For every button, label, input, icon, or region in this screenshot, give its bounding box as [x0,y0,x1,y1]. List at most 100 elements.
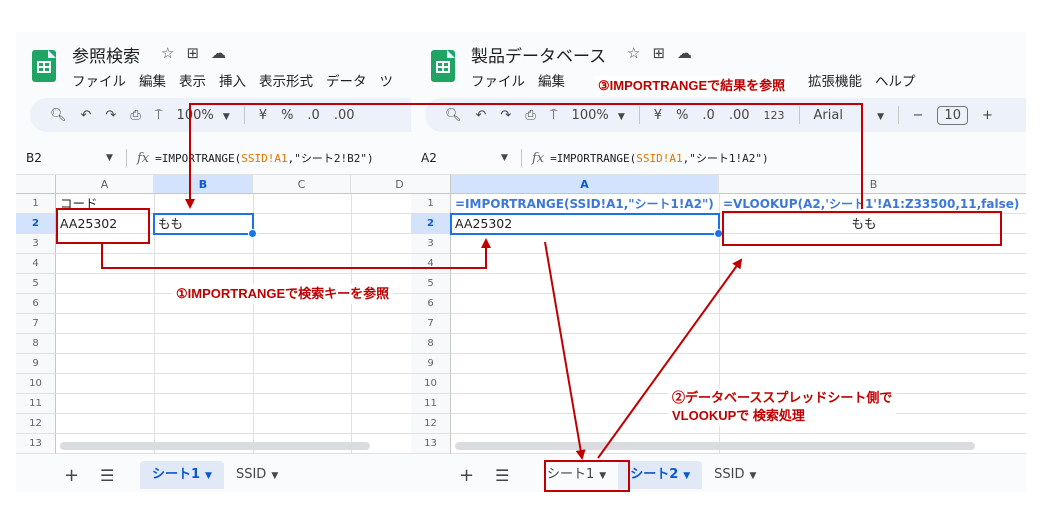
menu-file[interactable]: ファイル [72,70,126,90]
print-icon[interactable]: ⎙ [130,108,140,123]
menu-insert[interactable]: 挿入 [219,70,246,90]
row-header-3[interactable]: 3 [16,234,56,254]
menu-help[interactable]: ヘルプ [875,70,916,90]
chevron-down-icon[interactable]: ▼ [501,153,521,163]
row-header-12[interactable]: 12 [16,414,56,434]
redo-icon[interactable]: ↷ [500,108,511,123]
row-header-8[interactable]: 8 [411,334,451,354]
paint-format-icon[interactable]: ⍑ [155,108,163,123]
row-header-10[interactable]: 10 [411,374,451,394]
font-family-select[interactable]: Arial ▼ [814,108,885,123]
menu-edit[interactable]: 編集 [139,70,166,90]
percent-button[interactable]: % [281,108,293,123]
row-header-9[interactable]: 9 [411,354,451,374]
paint-format-icon[interactable]: ⍑ [550,108,558,123]
tab-ssid[interactable]: SSID ▼ [224,461,290,489]
column-header-c[interactable]: C [253,175,351,194]
horizontal-scrollbar[interactable] [60,442,370,450]
move-folder-icon[interactable]: ⊞ [652,44,665,62]
active-cell-selection[interactable] [450,213,723,238]
sheets-logo-icon[interactable] [32,50,56,82]
font-size-input[interactable]: 10 [937,105,968,125]
row-header-2[interactable]: 2 [411,214,451,234]
column-header-a[interactable]: A [56,175,154,194]
increase-decimal-button[interactable]: .00 [729,108,750,123]
row-header-6[interactable]: 6 [16,294,56,314]
currency-button[interactable]: ¥ [654,108,662,123]
row-header-1[interactable]: 1 [411,194,451,214]
cloud-status-icon[interactable]: ☁ [677,44,692,62]
sheets-logo-icon[interactable] [431,50,455,82]
horizontal-scrollbar[interactable] [455,442,975,450]
column-header-b[interactable]: B [719,175,1026,194]
menu-extensions[interactable]: 拡張機能 [808,70,862,90]
star-icon[interactable]: ☆ [627,44,640,62]
zoom-select[interactable]: 100% ▼ [177,108,230,123]
name-box[interactable]: B2 [16,151,106,165]
percent-button[interactable]: % [676,108,688,123]
menu-data[interactable]: データ [326,70,367,90]
menu-edit[interactable]: 編集 [538,70,565,90]
add-sheet-button[interactable]: + [64,465,100,486]
row-header-10[interactable]: 10 [16,374,56,394]
row-header-6[interactable]: 6 [411,294,451,314]
formula-input[interactable]: =IMPORTRANGE(SSID!A1,"シート1!A2") [550,150,768,166]
menu-format[interactable]: 表示形式 [259,70,313,90]
menu-tools[interactable]: ツ [380,70,394,90]
undo-icon[interactable]: ↶ [476,108,487,123]
row-header-7[interactable]: 7 [411,314,451,334]
row-header-4[interactable]: 4 [16,254,56,274]
name-box[interactable]: A2 [411,151,501,165]
all-sheets-menu-icon[interactable]: ☰ [100,466,140,485]
print-icon[interactable]: ⎙ [525,108,535,123]
row-header-12[interactable]: 12 [411,414,451,434]
chevron-down-icon[interactable]: ▼ [106,153,126,163]
currency-button[interactable]: ¥ [259,108,267,123]
menu-view[interactable]: 表示 [179,70,206,90]
redo-icon[interactable]: ↷ [105,108,116,123]
column-header-a[interactable]: A [451,175,719,194]
left-spreadsheet-window: 参照検索 ☆ ⊞ ☁ ファイル 編集 表示 挿入 表示形式 データ ツ 🔍︎ ↶… [16,32,411,492]
star-icon[interactable]: ☆ [161,44,174,62]
undo-icon[interactable]: ↶ [81,108,92,123]
menu-file[interactable]: ファイル [471,70,525,90]
column-header-b[interactable]: B [154,175,253,194]
cloud-status-icon[interactable]: ☁ [211,44,226,62]
number-format-button[interactable]: 123 [764,109,785,122]
cell-a1[interactable]: =IMPORTRANGE(SSID!A1,"シート1!A2") [451,194,719,214]
all-sheets-menu-icon[interactable]: ☰ [495,466,535,485]
decrease-decimal-button[interactable]: .0 [307,108,319,123]
document-title[interactable]: 参照検索 [72,42,140,67]
row-header-8[interactable]: 8 [16,334,56,354]
search-icon[interactable]: 🔍︎ [445,108,462,123]
row-header-3[interactable]: 3 [411,234,451,254]
formula-input[interactable]: =IMPORTRANGE(SSID!A1,"シート2!B2") [155,150,373,166]
row-header-1[interactable]: 1 [16,194,56,214]
active-cell-selection[interactable] [153,213,257,238]
move-folder-icon[interactable]: ⊞ [186,44,199,62]
row-header-5[interactable]: 5 [16,274,56,294]
tab-sheet1[interactable]: シート1 ▼ [140,461,224,489]
search-icon[interactable]: 🔍︎ [50,108,67,123]
row-header-7[interactable]: 7 [16,314,56,334]
increase-font-size-button[interactable]: + [982,108,993,123]
row-header-13[interactable]: 13 [411,434,451,454]
row-header-5[interactable]: 5 [411,274,451,294]
zoom-select[interactable]: 100% ▼ [572,108,625,123]
tab-sheet2[interactable]: シート2 ▼ [618,461,703,489]
row-header-13[interactable]: 13 [16,434,56,454]
row-header-11[interactable]: 11 [16,394,56,414]
tab-ssid[interactable]: SSID ▼ [702,461,768,489]
row-header-2[interactable]: 2 [16,214,56,234]
row-header-4[interactable]: 4 [411,254,451,274]
add-sheet-button[interactable]: + [459,465,495,486]
row-header-11[interactable]: 11 [411,394,451,414]
decrease-font-size-button[interactable]: − [913,108,924,123]
select-all-corner[interactable] [411,175,451,194]
increase-decimal-button[interactable]: .00 [334,108,355,123]
decrease-decimal-button[interactable]: .0 [702,108,714,123]
row-header-9[interactable]: 9 [16,354,56,374]
select-all-corner[interactable] [16,175,56,194]
column-header-d[interactable]: D [351,175,411,194]
document-title[interactable]: 製品データベース [471,42,606,67]
